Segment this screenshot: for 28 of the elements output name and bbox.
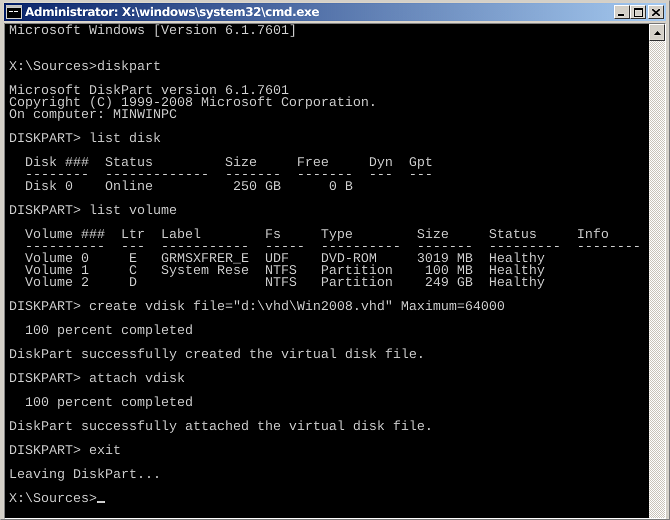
- console-line: DISKPART> list volume: [9, 204, 177, 219]
- vertical-scrollbar[interactable]: [649, 24, 665, 518]
- console-line: On computer: MINWINPC: [9, 108, 177, 123]
- console-line: Leaving DiskPart...: [9, 468, 161, 483]
- console-line: 100 percent completed: [24, 396, 193, 411]
- text-cursor: [96, 501, 105, 503]
- close-button[interactable]: [648, 5, 664, 19]
- maximize-icon: [634, 8, 642, 16]
- command-prompt: X:\Sources>: [9, 492, 97, 507]
- console-line: DiskPart successfully created the virtual disk file.: [9, 348, 425, 363]
- close-icon: [652, 8, 660, 16]
- window-title: Administrator: X:\windows\system32\cmd.exe: [25, 5, 320, 19]
- console-line: DISKPART> list disk: [9, 132, 161, 147]
- up-arrow-icon: [654, 30, 660, 34]
- console-line: Volume ### Ltr Label Fs Type Size Status Info: [24, 228, 609, 243]
- console-line: DISKPART> attach vdisk: [9, 372, 185, 387]
- maximize-button[interactable]: [630, 5, 646, 19]
- console-line: DiskPart successfully attached the virtual disk file.: [9, 420, 433, 435]
- minimize-button[interactable]: [614, 5, 630, 19]
- console-line: 100 percent completed: [24, 324, 193, 339]
- console-icon: [6, 5, 22, 19]
- scroll-up-button[interactable]: [649, 24, 665, 41]
- console-line: X:\Sources>diskpart: [9, 60, 161, 75]
- console-line: Microsoft Windows [Version 6.1.7601]: [9, 24, 297, 39]
- console-line: DISKPART> create vdisk file="d:\vhd\Win2008.vhd" Maximum=64000: [9, 300, 505, 315]
- console-line: Disk ### Status Size Free Dyn Gpt: [24, 156, 433, 171]
- console-line: Volume 2 D NTFS Partition 249 GB Healthy: [24, 276, 545, 291]
- console-line: DISKPART> exit: [9, 444, 121, 459]
